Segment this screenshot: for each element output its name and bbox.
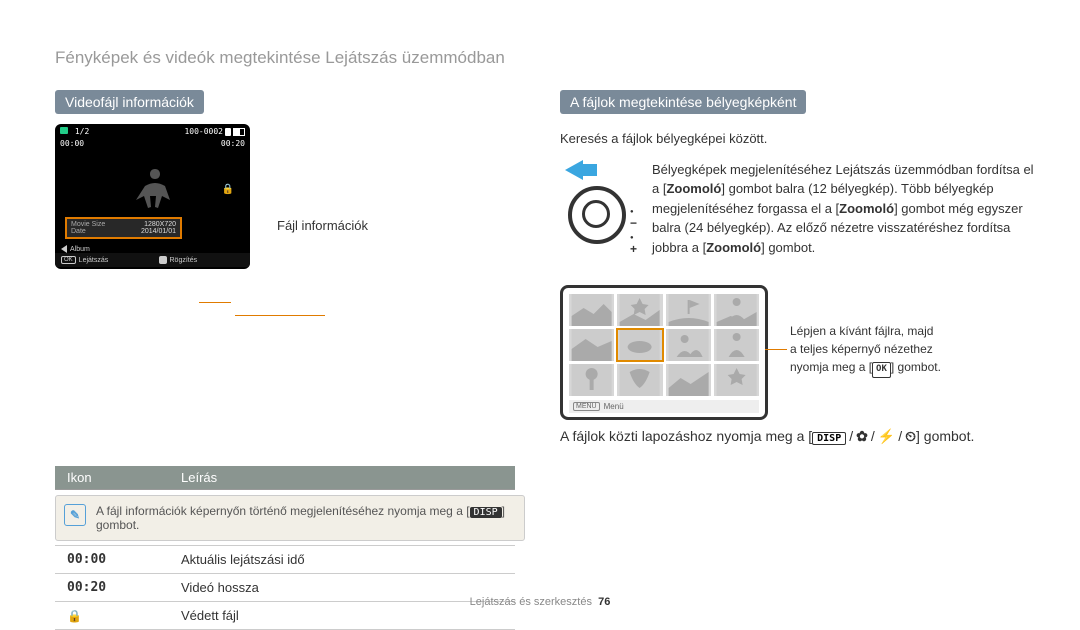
sd-icon xyxy=(225,128,231,136)
thumb-cell xyxy=(617,294,662,326)
thumb-cell xyxy=(666,364,711,396)
knob-center-icon xyxy=(582,200,610,228)
album-label: Album xyxy=(70,246,90,253)
note-info-icon: ✎ xyxy=(64,504,86,526)
thumb-cell xyxy=(569,364,614,396)
record-icon xyxy=(159,256,167,264)
thumb-cell xyxy=(714,364,759,396)
leader-line xyxy=(235,315,325,316)
page-title: Fényképek és videók megtekintése Lejátsz… xyxy=(55,48,505,68)
thumb-cell xyxy=(617,364,662,396)
col-header-desc: Leírás xyxy=(169,466,515,490)
page-number: 76 xyxy=(598,596,610,608)
section-heading-video-info: Videofájl információk xyxy=(55,90,204,114)
thumb-cell-selected xyxy=(617,329,662,361)
ok-badge: OK xyxy=(872,362,891,378)
plus-icon: ● + xyxy=(630,228,640,256)
info-value-date: 2014/01/01 xyxy=(141,228,176,235)
thumb-cell xyxy=(666,329,711,361)
footer: Lejátszás és szerkesztés 76 xyxy=(0,596,1080,608)
timer-icon: ⏲ xyxy=(905,428,916,444)
right-column: A fájlok megtekintése bélyegképként Kere… xyxy=(560,90,1040,267)
lock-icon-small: 🔒 xyxy=(222,184,234,195)
zoom-knob-illustration: ● − ● + xyxy=(560,160,640,250)
thumb-cell xyxy=(569,329,614,361)
desc-cell: Aktuális lejátszási idő xyxy=(169,546,515,574)
info-label-movie-size: Movie Size xyxy=(71,221,105,228)
navigation-instruction: A fájlok közti lapozáshoz nyomja meg a [… xyxy=(560,428,1060,445)
preview-folder-file: 100-0002 xyxy=(184,127,223,136)
disp-badge: DISP xyxy=(470,507,502,518)
back-triangle-icon xyxy=(61,245,67,253)
thumb-cell xyxy=(714,294,759,326)
thumbnail-illustration: MENU Menü xyxy=(560,285,768,420)
preview-info-box: Movie Size 1280X720 Date 2014/01/01 xyxy=(65,217,182,239)
note-box: ✎ A fájl információk képernyőn történő m… xyxy=(55,495,525,541)
table-row: 00:00 Aktuális lejátszási idő xyxy=(55,546,515,574)
flower-icon: ✿ xyxy=(856,428,868,444)
thumb-instruction-label: Lépjen a kívánt fájlra, majd a teljes ké… xyxy=(790,322,1030,378)
video-preview-frame: 1/2 100-0002 00:00 00:20 🔒 Movie Size 12… xyxy=(55,124,250,269)
disp-badge: DISP xyxy=(812,432,846,445)
icon-cell: 00:00 xyxy=(55,546,169,574)
subtitle: Keresés a fájlok bélyegképei között. xyxy=(560,130,1040,148)
battery-icon xyxy=(233,128,245,136)
col-header-icon: Ikon xyxy=(55,466,169,490)
thumb-cell xyxy=(569,294,614,326)
lock-icon: 🔒 xyxy=(67,609,82,623)
note-text-prefix: A fájl információk képernyőn történő meg… xyxy=(96,504,470,518)
ok-badge-small: OK xyxy=(61,256,76,264)
zoom-instruction-text: Bélyegképek megjelenítéséhez Lejátszás ü… xyxy=(652,160,1040,258)
dancer-silhouette-icon xyxy=(125,164,185,214)
section-heading-thumbnails: A fájlok megtekintése bélyegképként xyxy=(560,90,806,114)
record-label: Rögzítés xyxy=(170,257,198,264)
preview-total-time: 00:20 xyxy=(221,139,245,148)
menu-badge: MENU xyxy=(573,402,600,411)
info-label-date: Date xyxy=(71,228,86,235)
minus-icon: ● − xyxy=(630,202,640,230)
thumb-cell xyxy=(666,294,711,326)
menu-label: Menü xyxy=(604,402,624,411)
flash-icon: ⚡ xyxy=(878,428,895,444)
preview-current-time: 00:00 xyxy=(60,139,84,148)
preview-file-index: 1/2 xyxy=(60,127,89,136)
play-label: Lejátszás xyxy=(79,257,109,264)
footer-text: Lejátszás és szerkesztés xyxy=(470,596,592,608)
thumb-leader-line xyxy=(765,349,787,350)
thumb-cell xyxy=(714,329,759,361)
info-value-movie-size: 1280X720 xyxy=(144,221,176,228)
left-column: Videofájl információk 1/2 100-0002 00:00… xyxy=(55,90,515,269)
rotate-left-arrow-icon xyxy=(565,160,583,180)
leader-label: Fájl információk xyxy=(277,218,368,233)
